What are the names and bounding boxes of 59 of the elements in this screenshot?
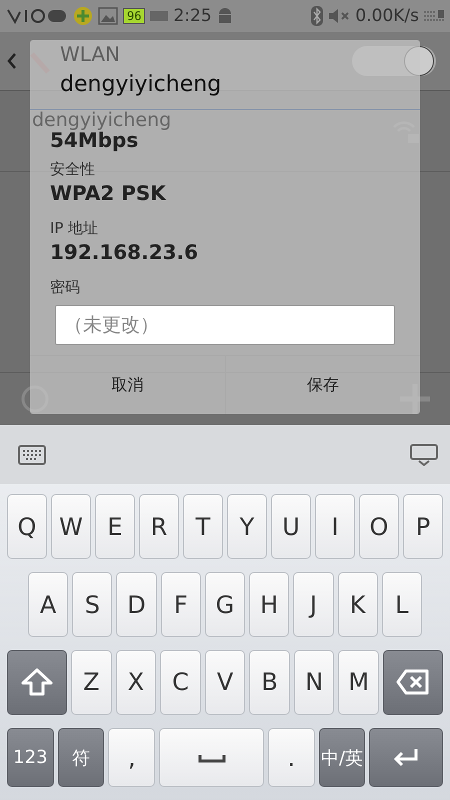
sim-icon [424, 9, 444, 23]
key[interactable]: O [359, 494, 399, 560]
password-label: 密码 [50, 278, 81, 297]
space-icon [198, 752, 226, 762]
key[interactable]: N [294, 650, 334, 715]
field-value: WPA2 PSK [50, 181, 168, 205]
clock: 2:25 [173, 6, 212, 26]
image-icon [98, 7, 118, 25]
key[interactable]: I [315, 494, 355, 560]
dialog-button[interactable]: 取消 [30, 356, 224, 414]
password-field[interactable]: （未更改） [55, 305, 395, 345]
enter-key[interactable] [369, 728, 443, 788]
key[interactable]: . [268, 728, 315, 788]
function-key[interactable]: 123 [7, 728, 54, 788]
key[interactable]: Z [71, 650, 112, 715]
field-label: 安全性 [50, 160, 96, 179]
key[interactable]: Q [7, 494, 47, 560]
function-key[interactable]: 符 [58, 728, 104, 788]
key[interactable]: V [204, 650, 246, 715]
hide-keyboard-icon[interactable] [410, 444, 438, 466]
key[interactable]: P [403, 494, 443, 560]
field-value: 192.168.23.6 [50, 240, 200, 264]
key[interactable]: E [95, 494, 135, 560]
network-name: dengyiyicheng [32, 109, 172, 131]
dialog-button[interactable]: 保存 [224, 356, 420, 414]
key[interactable]: K [338, 572, 378, 637]
key[interactable]: H [249, 572, 290, 637]
key[interactable]: , [108, 728, 156, 788]
key[interactable]: C [160, 650, 201, 715]
mute-icon [328, 8, 350, 24]
key[interactable]: M [338, 650, 380, 715]
key[interactable]: Y [227, 494, 267, 560]
backspace-icon [396, 669, 430, 696]
enter-icon [392, 746, 420, 768]
page-title: WLAN [60, 42, 120, 66]
shift-key[interactable] [7, 650, 67, 715]
logo-icon [6, 6, 68, 26]
key[interactable]: U [271, 494, 311, 560]
key[interactable]: D [116, 572, 157, 637]
key[interactable]: L [382, 572, 422, 637]
key[interactable]: G [204, 572, 246, 637]
field-label: IP 地址 [50, 219, 100, 238]
key[interactable]: W [51, 494, 91, 560]
function-key[interactable]: 中/英 [318, 728, 366, 788]
key[interactable]: B [249, 650, 290, 715]
key[interactable]: F [160, 572, 201, 637]
key[interactable]: J [293, 572, 334, 637]
back-icon[interactable] [6, 51, 18, 71]
badge-icon [73, 6, 93, 26]
battery-level: 96 [123, 8, 146, 24]
bluetooth-icon [311, 6, 324, 26]
backspace-key[interactable] [383, 650, 444, 715]
key[interactable]: T [183, 494, 223, 560]
network-speed: 0.00K/s [355, 6, 419, 26]
key[interactable]: R [139, 494, 179, 560]
key[interactable]: S [72, 572, 112, 637]
key[interactable]: A [28, 572, 68, 637]
shift-icon [21, 668, 53, 696]
key[interactable]: X [116, 650, 156, 715]
